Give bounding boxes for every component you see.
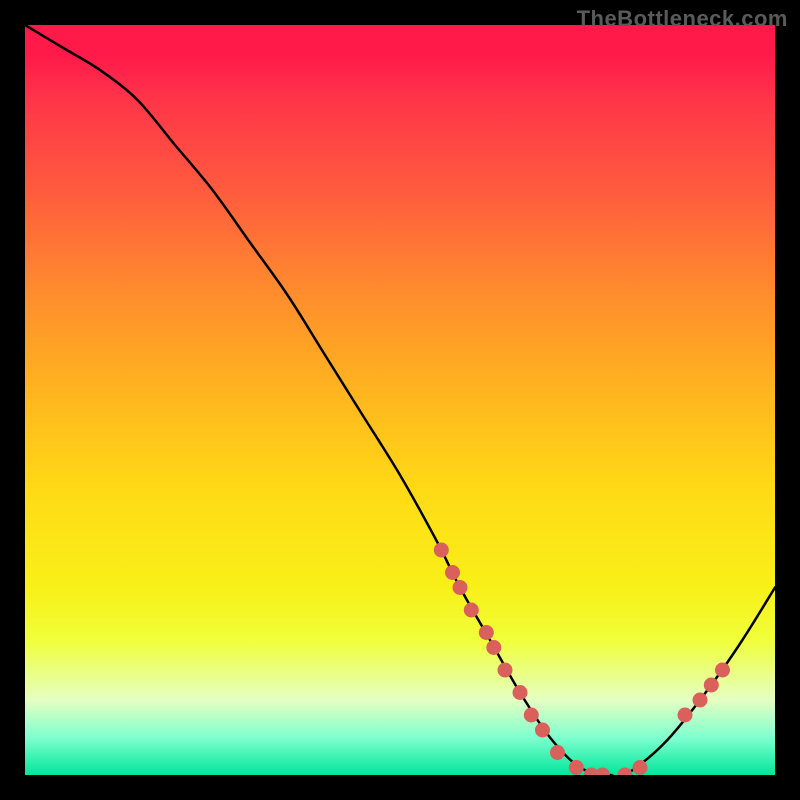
data-marker <box>693 693 707 707</box>
data-marker <box>446 566 460 580</box>
data-marker <box>569 761 583 775</box>
data-marker <box>464 603 478 617</box>
data-markers <box>434 543 729 775</box>
data-marker <box>596 768 610 775</box>
watermark-text: TheBottleneck.com <box>577 6 788 32</box>
data-marker <box>513 686 527 700</box>
data-marker <box>704 678 718 692</box>
data-marker <box>524 708 538 722</box>
data-marker <box>479 626 493 640</box>
data-marker <box>551 746 565 760</box>
data-marker <box>633 761 647 775</box>
data-marker <box>487 641 501 655</box>
data-marker <box>716 663 730 677</box>
bottleneck-curve <box>25 25 775 775</box>
chart-container <box>25 25 775 775</box>
data-marker <box>434 543 448 557</box>
data-marker <box>498 663 512 677</box>
data-marker <box>678 708 692 722</box>
data-marker <box>536 723 550 737</box>
chart-svg <box>25 25 775 775</box>
data-marker <box>618 768 632 775</box>
data-marker <box>453 581 467 595</box>
